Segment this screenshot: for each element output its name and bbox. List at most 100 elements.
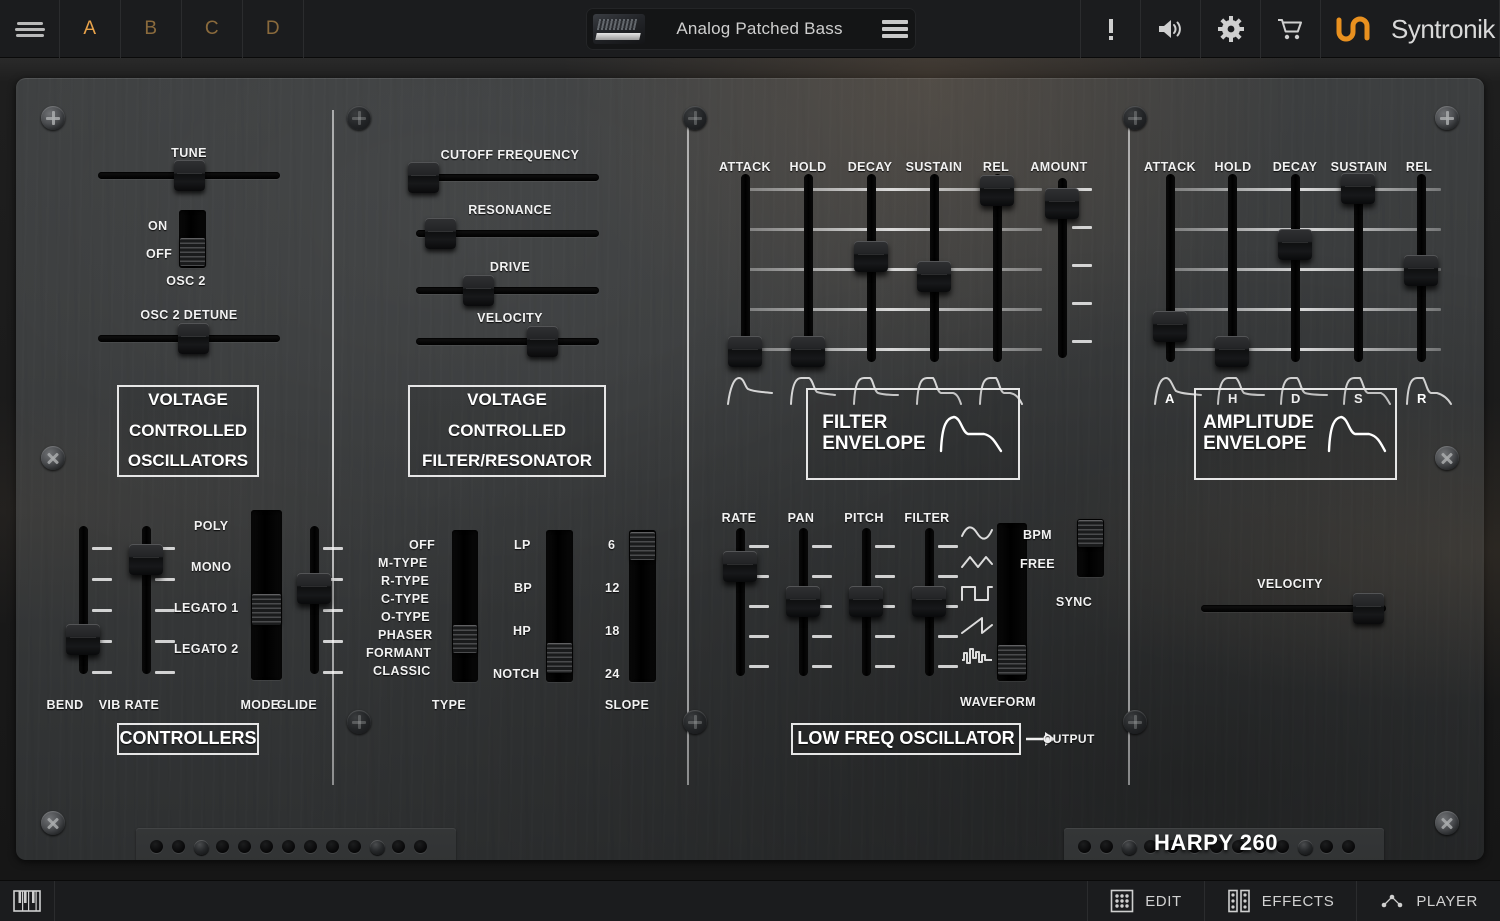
waveform-triangle-icon[interactable]: [960, 553, 994, 573]
slope-option-24[interactable]: 24: [605, 667, 620, 681]
type-option-r-type[interactable]: R-TYPE: [381, 574, 429, 588]
fenv-decay-slider-knob[interactable]: [854, 241, 888, 272]
glide-slider[interactable]: [297, 526, 331, 674]
bank-button-d[interactable]: D: [243, 0, 304, 58]
settings-button[interactable]: [1200, 0, 1260, 58]
filter-shape-selector[interactable]: [546, 530, 573, 682]
fenv-decay-slider[interactable]: [854, 174, 888, 362]
volume-button[interactable]: [1140, 0, 1200, 58]
aenv-attack-slider[interactable]: [1153, 174, 1187, 362]
waveform-square-icon[interactable]: [960, 583, 994, 605]
shape-option-notch[interactable]: NOTCH: [493, 667, 539, 681]
tune-slider[interactable]: [98, 160, 280, 191]
glide-slider-knob[interactable]: [297, 573, 331, 604]
fenv-amount-slider[interactable]: [1045, 178, 1079, 358]
lfo-rate-slider[interactable]: [723, 528, 757, 676]
shape-option-bp[interactable]: BP: [514, 581, 532, 595]
filter-slope-selector[interactable]: [629, 530, 656, 682]
alert-button[interactable]: [1080, 0, 1140, 58]
lfo-filter-slider-knob[interactable]: [912, 586, 946, 617]
lfo-sync-selector[interactable]: [1077, 519, 1104, 577]
mode-selector[interactable]: [251, 510, 282, 680]
slope-option-6[interactable]: 6: [608, 538, 615, 552]
mode-option-mono[interactable]: MONO: [191, 560, 232, 574]
preset-list-menu-button[interactable]: [874, 17, 916, 41]
amp-velocity-slider-knob[interactable]: [1352, 593, 1384, 624]
type-option-o-type[interactable]: O-TYPE: [381, 610, 430, 624]
lfo-sync-free-label[interactable]: FREE: [1020, 557, 1055, 571]
fenv-rel-slider-knob[interactable]: [980, 175, 1014, 206]
osc2-detune-slider[interactable]: [98, 323, 280, 354]
slope-option-12[interactable]: 12: [605, 581, 620, 595]
slope-option-18[interactable]: 18: [605, 624, 620, 638]
bank-button-b[interactable]: B: [121, 0, 182, 58]
aenv-sustain-slider[interactable]: [1341, 173, 1375, 362]
filter-shape-selector-handle[interactable]: [547, 643, 572, 673]
cutoff-frequency-slider-knob[interactable]: [408, 162, 440, 193]
type-option-c-type[interactable]: C-TYPE: [381, 592, 429, 606]
fenv-sustain-slider[interactable]: [917, 174, 951, 362]
shape-option-hp[interactable]: HP: [513, 624, 531, 638]
filter-type-selector[interactable]: [452, 530, 478, 682]
aenv-rel-slider-knob[interactable]: [1404, 255, 1438, 286]
main-menu-button[interactable]: [0, 0, 60, 58]
fenv-sustain-slider-knob[interactable]: [917, 261, 951, 292]
resonance-slider[interactable]: [416, 218, 599, 249]
type-option-m-type[interactable]: M-TYPE: [378, 556, 428, 570]
lfo-sync-selector-handle[interactable]: [1078, 520, 1103, 547]
waveform-random-icon[interactable]: [960, 646, 994, 668]
tab-edit[interactable]: EDIT: [1088, 881, 1205, 921]
mode-option-poly[interactable]: POLY: [194, 519, 229, 533]
resonance-slider-knob[interactable]: [424, 218, 456, 249]
lfo-pan-slider-knob[interactable]: [786, 586, 820, 617]
aenv-hold-slider[interactable]: [1215, 174, 1249, 367]
mode-option-legato-2[interactable]: LEGATO 2: [174, 642, 239, 656]
osc2-switch-handle[interactable]: [180, 238, 205, 266]
bend-slider-knob[interactable]: [66, 624, 100, 655]
mode-selector-handle[interactable]: [252, 594, 281, 625]
mode-option-legato-1[interactable]: LEGATO 1: [174, 601, 239, 615]
aenv-attack-slider-knob[interactable]: [1153, 311, 1187, 342]
type-option-formant[interactable]: FORMANT: [366, 646, 431, 660]
type-option-phaser[interactable]: PHASER: [378, 628, 433, 642]
fenv-attack-slider-knob[interactable]: [728, 336, 762, 367]
store-cart-button[interactable]: [1260, 0, 1320, 58]
shape-option-lp[interactable]: LP: [514, 538, 531, 552]
tab-effects[interactable]: EFFECTS: [1205, 881, 1358, 921]
cutoff-frequency-slider[interactable]: [408, 162, 599, 193]
lfo-pan-slider[interactable]: [786, 528, 820, 676]
aenv-sustain-slider-knob[interactable]: [1341, 173, 1375, 204]
drive-slider-knob[interactable]: [463, 275, 495, 306]
lfo-pitch-slider[interactable]: [849, 528, 883, 676]
drive-slider[interactable]: [416, 275, 599, 306]
osc2-switch[interactable]: [179, 210, 206, 268]
fenv-amount-slider-knob[interactable]: [1045, 188, 1079, 219]
filter-slope-selector-handle[interactable]: [630, 532, 655, 560]
tune-slider-knob[interactable]: [174, 160, 205, 191]
tab-player[interactable]: PLAYER: [1357, 881, 1500, 921]
vib-rate-slider[interactable]: [129, 526, 163, 674]
lfo-waveform-selector-handle[interactable]: [998, 645, 1026, 675]
bank-button-c[interactable]: C: [182, 0, 243, 58]
lfo-filter-slider[interactable]: [912, 528, 946, 676]
fenv-attack-slider[interactable]: [728, 174, 762, 367]
type-option-classic[interactable]: CLASSIC: [373, 664, 431, 678]
aenv-decay-slider[interactable]: [1278, 174, 1312, 362]
osc2-detune-slider-knob[interactable]: [177, 323, 209, 354]
waveform-saw-icon[interactable]: [960, 615, 994, 637]
filter-velocity-slider[interactable]: [416, 326, 599, 357]
bend-slider[interactable]: [66, 526, 100, 674]
fenv-rel-slider[interactable]: [980, 174, 1014, 362]
preset-selector[interactable]: Analog Patched Bass: [586, 8, 916, 50]
aenv-rel-slider[interactable]: [1404, 174, 1438, 362]
filter-type-selector-handle[interactable]: [453, 625, 477, 653]
fenv-hold-slider[interactable]: [791, 174, 825, 367]
fenv-hold-slider-knob[interactable]: [791, 336, 825, 367]
aenv-hold-slider-knob[interactable]: [1215, 336, 1249, 367]
aenv-decay-slider-knob[interactable]: [1278, 229, 1312, 260]
waveform-sine-icon[interactable]: [960, 523, 994, 543]
lfo-sync-bpm-label[interactable]: BPM: [1023, 528, 1052, 542]
keyboard-toggle-button[interactable]: [0, 881, 55, 921]
lfo-pitch-slider-knob[interactable]: [849, 586, 883, 617]
bank-button-a[interactable]: A: [60, 0, 121, 58]
